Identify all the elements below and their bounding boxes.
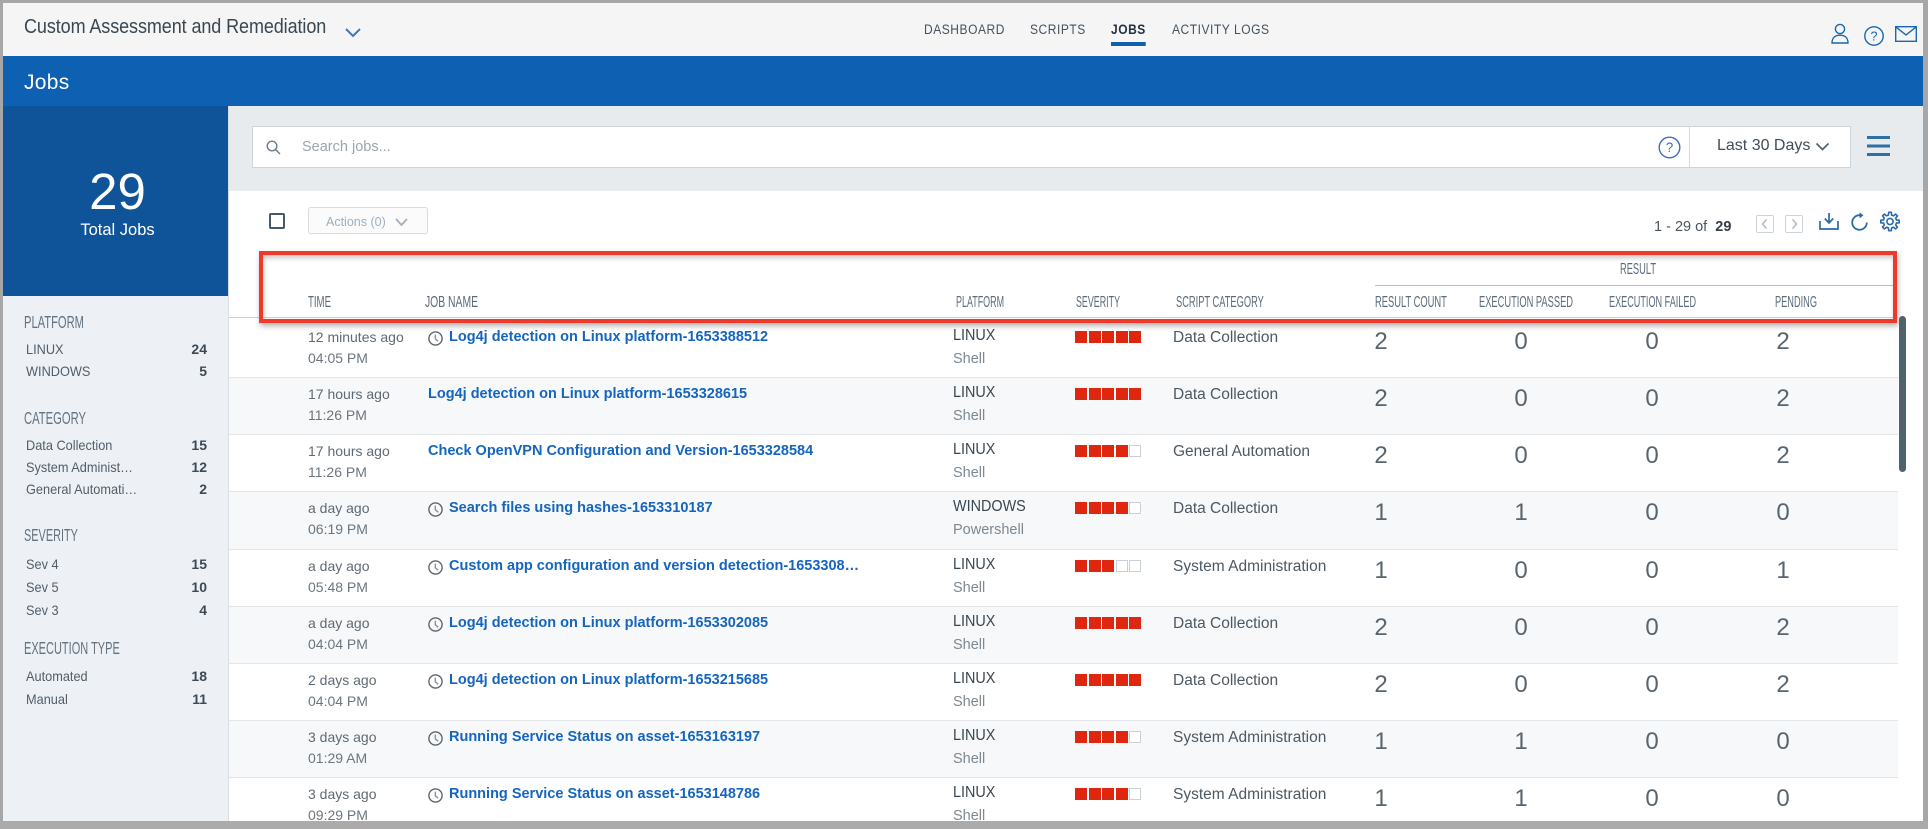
svg-text:?: ? (1871, 30, 1878, 44)
svg-text:?: ? (1666, 140, 1674, 155)
